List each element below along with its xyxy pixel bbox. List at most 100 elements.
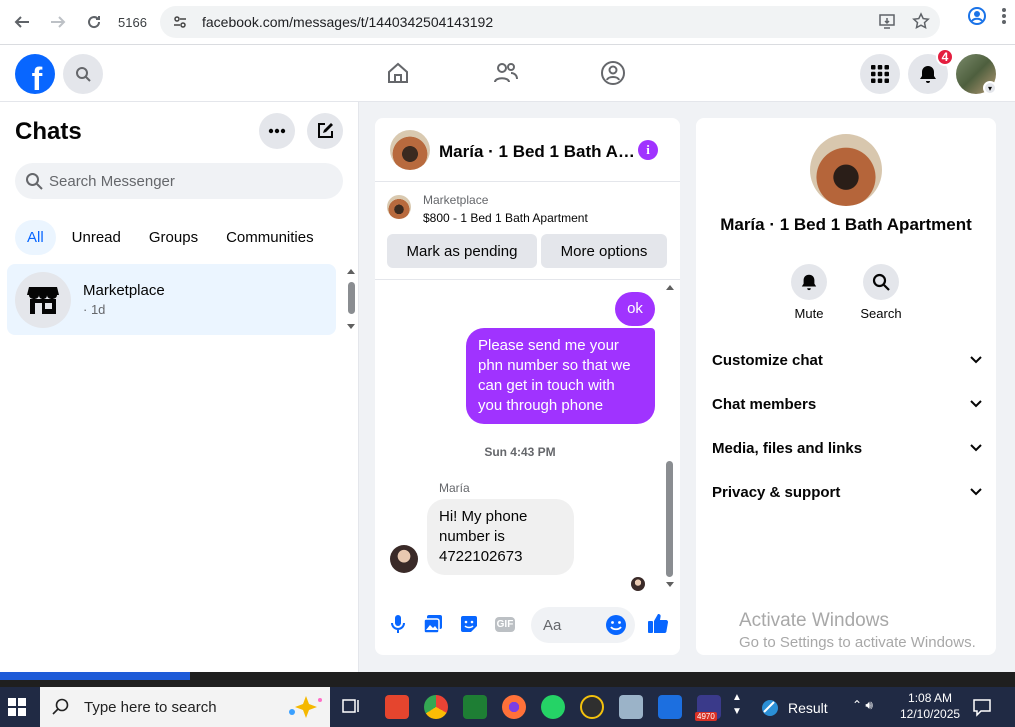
whatsapp-app-icon[interactable]: [541, 695, 565, 719]
watermark-title: Activate Windows: [739, 610, 889, 631]
scroll-up-icon[interactable]: [664, 283, 676, 293]
sender-avatar[interactable]: [390, 545, 418, 573]
xmind-app-icon[interactable]: [580, 695, 604, 719]
messenger-search[interactable]: [15, 163, 343, 199]
more-options-button[interactable]: More options: [541, 234, 667, 268]
mark-as-pending-button[interactable]: Mark as pending: [387, 234, 537, 268]
taskbar-search-placeholder: Type here to search: [84, 698, 217, 716]
messages-scrollbar[interactable]: [664, 283, 676, 589]
marketplace-label: Marketplace: [423, 193, 489, 207]
scroll-down-icon[interactable]: [664, 579, 676, 589]
info-icon[interactable]: i: [638, 140, 658, 160]
paint-app-icon[interactable]: [619, 695, 643, 719]
outgoing-message[interactable]: Please send me your phn number so that w…: [466, 328, 655, 424]
address-bar[interactable]: facebook.com/messages/t/1440342504143192: [160, 6, 940, 38]
incoming-message[interactable]: Hi! My phone number is 4722102673: [427, 499, 574, 575]
section-media-files-links[interactable]: Media, files and links: [712, 428, 982, 468]
system-tray-icons[interactable]: ⌃ 🔊︎: [852, 698, 873, 713]
profile-icon[interactable]: [967, 6, 987, 26]
tab-count: 5166: [118, 14, 147, 30]
message-input[interactable]: [543, 616, 603, 634]
filter-groups[interactable]: Groups: [137, 220, 210, 255]
notification-center-button[interactable]: [972, 697, 992, 722]
sheets-app-icon[interactable]: [463, 695, 487, 719]
outgoing-message[interactable]: ok: [615, 292, 655, 326]
like-button[interactable]: [646, 611, 670, 635]
search-in-conversation-button[interactable]: [863, 264, 899, 300]
chevron-down-icon[interactable]: ▾: [983, 81, 997, 95]
anydesk-app-icon[interactable]: [385, 695, 409, 719]
sticker-button[interactable]: [458, 613, 480, 635]
filter-communities[interactable]: Communities: [214, 220, 326, 255]
search-action[interactable]: Search: [851, 264, 911, 321]
sidebar-scrollbar[interactable]: [345, 267, 357, 331]
scrollbar-thumb[interactable]: [666, 461, 673, 577]
taskbar-search[interactable]: Type here to search: [40, 687, 330, 727]
result-label: Result: [788, 700, 828, 716]
browser-menu-icon[interactable]: [1001, 7, 1007, 25]
listing-avatar[interactable]: [390, 130, 430, 170]
windows-taskbar: Type here to search 4970 ▲ ▼ Result ⌃ 🔊︎ …: [0, 687, 1015, 727]
conversation-title[interactable]: María · 1 Bed 1 Bath A…: [439, 142, 635, 162]
gif-button[interactable]: GIF: [494, 613, 516, 635]
forward-button[interactable]: [40, 4, 76, 40]
filter-unread[interactable]: Unread: [60, 220, 133, 255]
chrome-app-icon[interactable]: [424, 695, 448, 719]
section-chat-members[interactable]: Chat members: [712, 384, 982, 424]
start-button[interactable]: [8, 698, 26, 721]
back-button[interactable]: [4, 4, 40, 40]
menu-button[interactable]: [860, 54, 900, 94]
section-privacy-support[interactable]: Privacy & support: [712, 472, 982, 512]
emoji-icon[interactable]: [605, 614, 627, 636]
reload-button[interactable]: [76, 4, 112, 40]
chat-options-button[interactable]: [259, 113, 295, 149]
site-settings-icon[interactable]: [172, 14, 188, 30]
task-view-button[interactable]: [340, 695, 364, 719]
message-input-box[interactable]: [531, 607, 635, 643]
search-messenger-input[interactable]: [49, 172, 329, 190]
scroll-down-icon[interactable]: [345, 321, 357, 331]
voice-clip-button[interactable]: [387, 613, 409, 635]
mute-action[interactable]: Mute: [779, 264, 839, 321]
listing-large-avatar[interactable]: [810, 134, 882, 206]
search-label: Search: [860, 306, 902, 321]
chats-title: Chats: [15, 118, 82, 145]
attach-media-button[interactable]: [422, 613, 444, 635]
section-customize-chat[interactable]: Customize chat: [712, 340, 982, 380]
microphone-icon: [391, 615, 405, 633]
nav-friends[interactable]: [491, 58, 521, 88]
listing-thumbnail[interactable]: [387, 195, 411, 219]
section-label: Privacy & support: [712, 483, 841, 501]
chat-list-item[interactable]: Marketplace · 1d: [7, 264, 336, 335]
task-view-icon: [342, 699, 359, 713]
message-timestamp: Sun 4:43 PM: [484, 445, 556, 459]
scrollbar-thumb[interactable]: [348, 282, 355, 314]
chevron-down-icon: [970, 444, 982, 452]
taskbar-overflow-arrows[interactable]: ▲ ▼: [732, 691, 742, 719]
mute-button[interactable]: [791, 264, 827, 300]
app-with-badge-icon[interactable]: 4970: [695, 695, 721, 721]
clock[interactable]: 1:08 AM 12/10/2025: [900, 690, 960, 722]
nav-home[interactable]: [383, 58, 413, 88]
search-button[interactable]: [63, 54, 103, 94]
listing-title[interactable]: $800 - 1 Bed 1 Bath Apartment: [423, 211, 588, 225]
new-message-button[interactable]: [307, 113, 343, 149]
gif-icon: GIF: [494, 616, 516, 632]
scroll-up-icon[interactable]: [345, 267, 357, 277]
browser-toolbar: 5166 facebook.com/messages/t/14403425041…: [0, 0, 1015, 45]
facebook-logo[interactable]: f: [15, 54, 55, 94]
nav-groups[interactable]: [598, 58, 628, 88]
bookmark-star-icon[interactable]: [912, 12, 930, 30]
firefox-app-icon[interactable]: [502, 695, 526, 719]
install-app-icon[interactable]: [878, 12, 896, 30]
seen-indicator-avatar: [631, 577, 645, 591]
marketplace-avatar: [15, 272, 71, 328]
conversation-panel: María · 1 Bed 1 Bath A… i Marketplace $8…: [375, 118, 680, 655]
arrow-left-icon: [14, 16, 29, 28]
weather-widget[interactable]: Result: [760, 698, 828, 718]
filter-all[interactable]: All: [15, 220, 56, 255]
notifications-button[interactable]: 4: [908, 48, 954, 94]
friends-icon: [494, 63, 518, 83]
bitwarden-app-icon[interactable]: [658, 695, 682, 719]
arrow-right-icon: [51, 16, 66, 28]
